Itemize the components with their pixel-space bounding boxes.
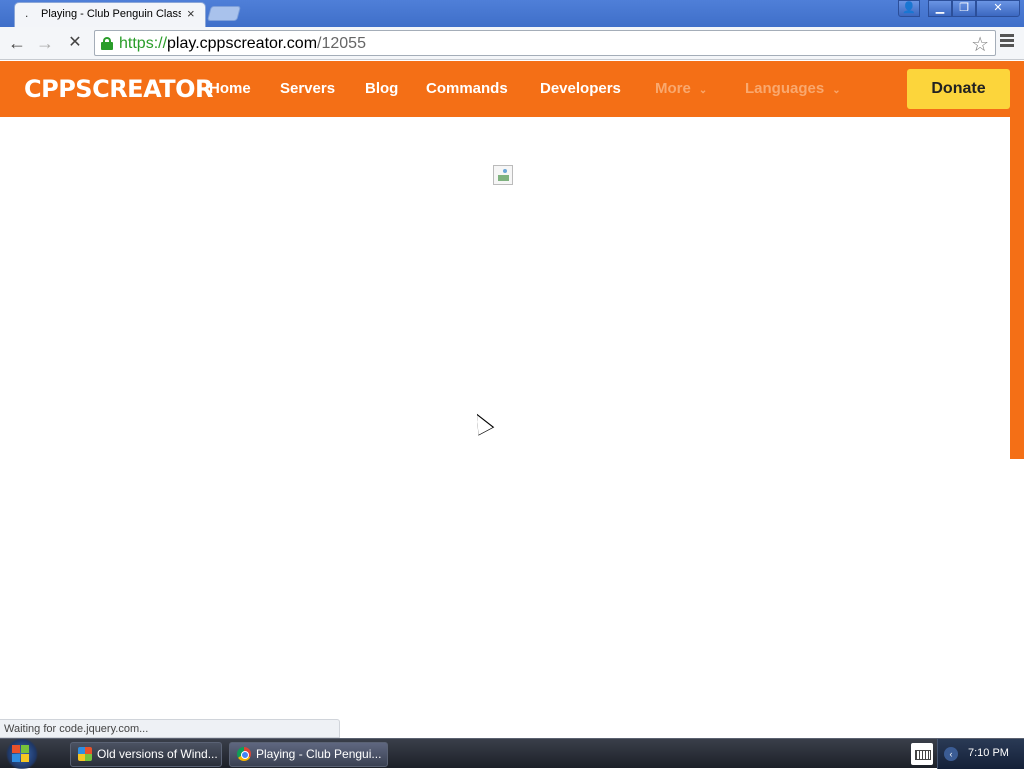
side-scroll-strip <box>1010 117 1024 459</box>
nav-developers[interactable]: Developers <box>540 80 621 97</box>
nav-commands[interactable]: Commands <box>426 80 508 97</box>
url-path: /12055 <box>317 35 366 52</box>
tab-playing[interactable]: Playing - Club Penguin Classic × <box>14 2 206 27</box>
chevron-down-icon: ⌄ <box>698 85 708 96</box>
user-profile-button[interactable]: 👤 <box>898 0 920 17</box>
tab-close-icon[interactable]: × <box>187 6 195 21</box>
donate-button[interactable]: Donate <box>907 69 1010 109</box>
bookmark-star-icon[interactable]: ☆ <box>971 32 989 57</box>
close-window-button[interactable]: ✕ <box>976 0 1020 17</box>
start-button[interactable] <box>0 739 60 769</box>
taskbar-item-label: Playing - Club Pengui... <box>256 747 382 761</box>
windows-logo-icon <box>12 745 30 763</box>
nav-servers[interactable]: Servers <box>280 80 335 97</box>
page-content: CPPSCREATOR Home Servers Blog Commands D… <box>0 61 1024 738</box>
windows-taskbar: Old versions of Wind... Playing - Club P… <box>0 738 1024 769</box>
status-bubble: Waiting for code.jquery.com... <box>0 719 340 738</box>
site-logo[interactable]: CPPSCREATOR <box>24 75 214 103</box>
keyboard-icon[interactable] <box>911 743 933 765</box>
url-host: play.cppscreator.com <box>167 35 318 52</box>
nav-languages-label: Languages <box>745 80 825 97</box>
windows-icon <box>78 747 92 761</box>
tab-title: Playing - Club Penguin Classic <box>41 8 181 20</box>
broken-image-icon <box>493 165 513 185</box>
taskbar-item-label: Old versions of Wind... <box>97 747 218 761</box>
nav-blog[interactable]: Blog <box>365 80 398 97</box>
taskbar-item-old-versions[interactable]: Old versions of Wind... <box>70 742 222 767</box>
site-header: CPPSCREATOR Home Servers Blog Commands D… <box>0 61 1024 117</box>
url-scheme: https:// <box>119 35 168 52</box>
nav-home[interactable]: Home <box>209 80 251 97</box>
url-text[interactable]: https://play.cppscreator.com/12055 <box>119 35 366 53</box>
back-button[interactable]: ← <box>6 33 28 53</box>
system-tray: ‹ 7:10 PM <box>937 739 1024 769</box>
minimize-button[interactable]: ▁ <box>928 0 952 17</box>
browser-menu-icon[interactable] <box>1000 34 1014 50</box>
show-hidden-icons-icon[interactable]: ‹ <box>944 747 958 761</box>
browser-toolbar: ← → ✕ https://play.cppscreator.com/12055… <box>0 27 1024 60</box>
stop-loading-button[interactable]: ✕ <box>64 33 86 53</box>
chevron-down-icon: ⌄ <box>832 85 841 96</box>
forward-button[interactable]: → <box>34 33 56 53</box>
nav-more-label: More <box>655 80 691 97</box>
chrome-icon <box>237 747 251 761</box>
clock[interactable]: 7:10 PM <box>968 747 1009 759</box>
nav-more-dropdown[interactable]: More ⌄ <box>655 80 707 97</box>
new-tab-button[interactable] <box>206 6 242 21</box>
browser-title-bar: Playing - Club Penguin Classic × 👤 ▁ ❐ ✕ <box>0 0 1024 27</box>
taskbar-item-playing[interactable]: Playing - Club Pengui... <box>229 742 388 767</box>
lock-icon[interactable] <box>101 37 113 50</box>
address-bar[interactable]: https://play.cppscreator.com/12055 ☆ <box>94 30 996 56</box>
loading-favicon-icon <box>25 6 31 20</box>
maximize-button[interactable]: ❐ <box>952 0 976 17</box>
nav-languages-dropdown[interactable]: Languages ⌄ <box>745 80 841 97</box>
